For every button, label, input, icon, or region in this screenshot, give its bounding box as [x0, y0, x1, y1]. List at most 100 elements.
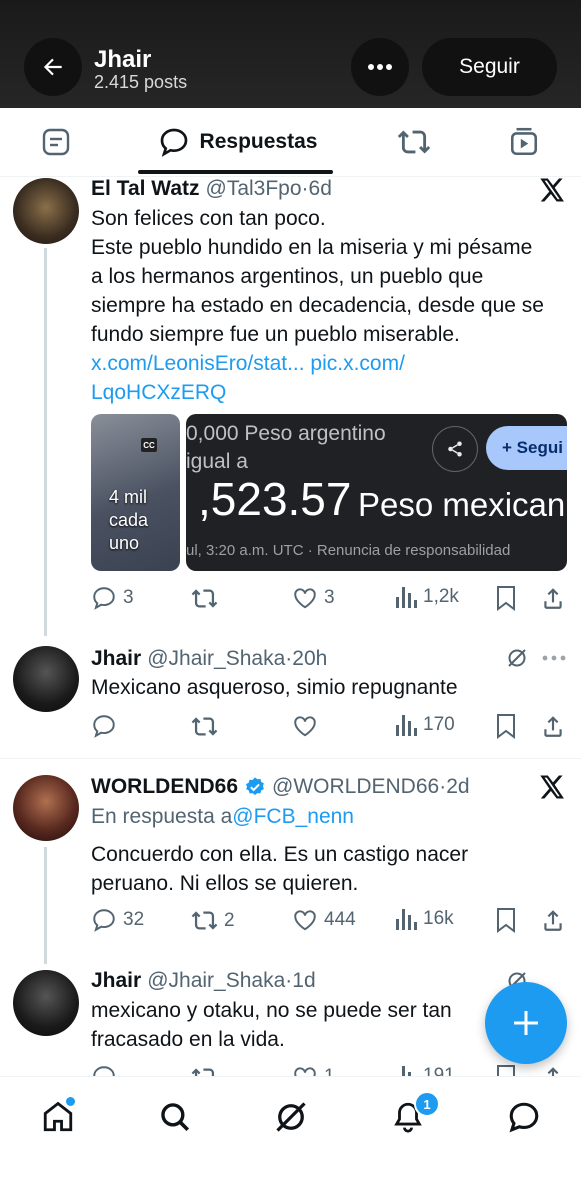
share-button[interactable]: [540, 585, 566, 611]
reply-icon: [93, 587, 115, 610]
new-content-dot: [66, 1097, 75, 1106]
like-button[interactable]: 444: [292, 907, 356, 933]
tweet-text-line: a los hermanos argentinos, un pueblo que: [91, 265, 484, 288]
author-handle[interactable]: @Jhair_Shaka: [147, 969, 285, 993]
share-upload-icon: [544, 910, 562, 931]
heart-icon: [294, 910, 316, 931]
nav-notifications[interactable]: 1: [386, 1091, 440, 1139]
share-button[interactable]: [540, 713, 566, 739]
nav-search[interactable]: [153, 1095, 197, 1139]
tweet-text-line: fundo siempre fue un pueblo miserable.: [91, 323, 460, 346]
profile-tabs: Respuestas: [0, 108, 581, 177]
bookmark-icon: [497, 908, 515, 933]
reply-button[interactable]: [91, 1064, 117, 1076]
video-caption-line: 4 mil: [109, 487, 148, 507]
tweet-text-line: siempre ha estado en decadencia, desde q…: [91, 294, 544, 317]
author-name[interactable]: El Tal Watz: [91, 177, 200, 201]
currency-converter-image[interactable]: 0,000 Peso argentino igual a ,523.57 Pes…: [186, 414, 567, 571]
author-handle[interactable]: @WORLDEND66: [272, 775, 439, 799]
repost-button[interactable]: [191, 585, 224, 612]
currency-name: Peso mexican: [358, 486, 566, 523]
repost-icon: [191, 589, 218, 608]
nav-messages[interactable]: [502, 1095, 546, 1139]
repost-button[interactable]: 2: [191, 907, 235, 934]
reply-to-handle[interactable]: @FCB_nenn: [232, 805, 354, 829]
video-thumbnail[interactable]: CC 4 mil cada uno: [91, 414, 180, 571]
bookmark-button[interactable]: [495, 907, 517, 933]
views-icon: [396, 909, 417, 930]
repost-icon: [191, 911, 218, 930]
converted-amount: ,523.57: [198, 473, 352, 525]
more-options-button[interactable]: [351, 38, 409, 96]
avatar[interactable]: [13, 970, 79, 1036]
share-upload-icon: [544, 588, 562, 609]
author-name[interactable]: Jhair: [91, 969, 141, 993]
arrow-left-icon: [43, 58, 62, 76]
bookmark-button[interactable]: [495, 1064, 517, 1076]
views-count: 16k: [423, 908, 454, 929]
back-button[interactable]: [24, 38, 82, 96]
author-handle[interactable]: @Jhair_Shaka: [147, 647, 285, 671]
like-button[interactable]: [292, 713, 318, 739]
reply-count: 32: [123, 909, 145, 930]
like-button[interactable]: 3: [292, 585, 335, 611]
author-name[interactable]: Jhair: [91, 647, 141, 671]
avatar[interactable]: [13, 178, 79, 244]
nav-home[interactable]: [36, 1095, 80, 1139]
bookmark-button[interactable]: [495, 713, 517, 739]
tweet[interactable]: Jhair @Jhair_Shaka · 20h Mexicano asquer…: [0, 636, 581, 758]
share-button[interactable]: [540, 907, 566, 933]
tweet[interactable]: WORLDEND66 @WORLDEND66 · 2d En respuesta…: [0, 759, 581, 964]
nav-grok[interactable]: [269, 1095, 313, 1139]
heart-icon: [294, 1067, 316, 1076]
converter-line: 0,000 Peso argentino: [186, 422, 386, 445]
reply-button[interactable]: [91, 713, 117, 739]
post-time[interactable]: 2d: [446, 775, 469, 799]
search-icon: [161, 1103, 190, 1132]
like-count: 3: [324, 587, 335, 608]
post-time[interactable]: 20h: [292, 647, 327, 671]
like-button[interactable]: 1: [292, 1064, 335, 1076]
tab-reposts[interactable]: [392, 108, 436, 176]
views-button[interactable]: 16k: [395, 907, 454, 931]
separator-dot: ·: [439, 775, 447, 798]
tweet-link[interactable]: x.com/LeonisEro/stat... pic.x.com/: [91, 349, 571, 378]
avatar[interactable]: [13, 646, 79, 712]
views-button[interactable]: 1,2k: [395, 585, 459, 609]
views-button[interactable]: 170: [395, 713, 455, 737]
author-name[interactable]: WORLDEND66: [91, 775, 238, 799]
reply-button[interactable]: 3: [91, 585, 134, 611]
notification-badge: 1: [414, 1091, 440, 1117]
bottom-navigation: 1: [0, 1076, 581, 1201]
tweet-text-line: Son felices con tan poco.: [91, 207, 326, 230]
tweet-link[interactable]: LqoHCXzERQ: [91, 378, 571, 407]
tab-replies[interactable]: Respuestas: [150, 108, 325, 176]
grok-icon: [276, 1102, 306, 1132]
grok-icon: [508, 649, 526, 667]
post-time[interactable]: 6d: [309, 177, 332, 201]
views-button[interactable]: 191: [395, 1064, 455, 1076]
views-icon: [396, 587, 417, 608]
reply-icon: [93, 1066, 115, 1076]
tab-media[interactable]: [502, 108, 546, 176]
author-handle[interactable]: @Tal3Fpo: [206, 177, 302, 201]
repost-icon: [191, 717, 218, 736]
share-button[interactable]: [540, 1064, 566, 1076]
repost-count: 2: [224, 909, 235, 931]
profile-header: Jhair 2.415 posts Seguir: [0, 0, 581, 108]
separator-dot: ·: [285, 969, 293, 992]
repost-icon: [397, 130, 431, 154]
repost-button[interactable]: [191, 713, 218, 740]
bookmark-icon: [497, 1065, 515, 1076]
reply-button[interactable]: 32: [91, 907, 144, 933]
post-time[interactable]: 1d: [292, 969, 315, 993]
avatar[interactable]: [13, 775, 79, 841]
tab-posts[interactable]: [30, 108, 82, 176]
bookmark-button[interactable]: [495, 585, 517, 611]
share-button[interactable]: [432, 426, 478, 472]
more-dots-icon[interactable]: [542, 655, 566, 661]
compose-button[interactable]: [485, 982, 567, 1064]
follow-button[interactable]: Seguir: [422, 38, 557, 96]
follow-chip[interactable]: + Segui: [486, 426, 567, 470]
repost-button[interactable]: [191, 1064, 218, 1076]
